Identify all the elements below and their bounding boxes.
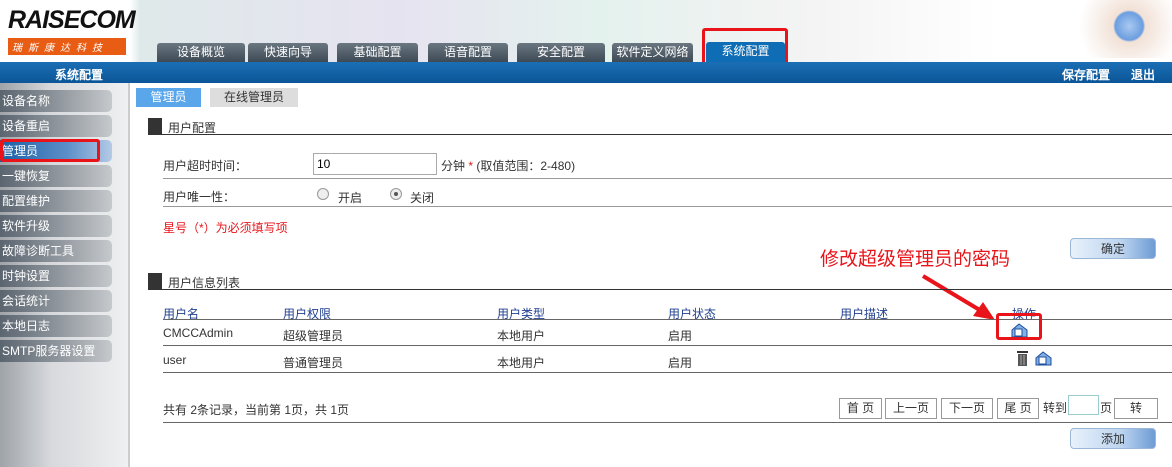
divider: [163, 422, 1172, 423]
cell-type: 本地用户: [497, 356, 546, 370]
prev-page-button[interactable]: 上一页: [885, 398, 937, 419]
sidebar-item-restore[interactable]: 一键恢复: [0, 165, 112, 187]
sidebar-item-diagnostics[interactable]: 故障诊断工具: [0, 240, 112, 262]
delete-trash-icon[interactable]: [1017, 350, 1028, 366]
bar-title: 系统配置: [55, 68, 104, 82]
highlight-box: [0, 139, 100, 162]
save-config-link[interactable]: 保存配置: [1062, 66, 1110, 83]
radio-on[interactable]: [317, 188, 329, 200]
sidebar-item-local-log[interactable]: 本地日志: [0, 315, 112, 337]
radio-on-label: 开启: [338, 191, 363, 205]
divider: [163, 178, 1172, 179]
cell-role: 超级管理员: [283, 329, 344, 343]
tab-quick-wizard[interactable]: 快速向导: [248, 43, 328, 62]
go-button[interactable]: 转: [1114, 398, 1158, 419]
section-title: 用户配置: [168, 121, 217, 135]
globe-image: [1065, 0, 1172, 58]
sidebar-item-upgrade[interactable]: 软件升级: [0, 215, 112, 237]
sidebar-item-reboot[interactable]: 设备重启: [0, 115, 112, 137]
cell-role: 普通管理员: [283, 356, 344, 370]
section-bar: 系统配置 保存配置 退出: [0, 62, 1172, 83]
sidebar-item-smtp[interactable]: SMTP服务器设置: [0, 340, 112, 362]
subtab-online-admin[interactable]: 在线管理员: [210, 88, 298, 107]
divider: [163, 345, 1172, 346]
cell-type: 本地用户: [497, 329, 546, 343]
subtab-admin[interactable]: 管理员: [136, 88, 201, 107]
page-unit: 页: [1100, 401, 1113, 415]
annotation-text: 修改超级管理员的密码: [820, 249, 1011, 270]
cell-status: 启用: [668, 356, 693, 370]
next-page-button[interactable]: 下一页: [941, 398, 993, 419]
raisecom-logo: RAISECOM 瑞斯康达科技: [8, 6, 136, 58]
timeout-input[interactable]: [313, 153, 437, 175]
edit-password-icon[interactable]: [1035, 350, 1052, 366]
add-button[interactable]: 添加: [1070, 428, 1156, 449]
timeout-unit: 分钟 * (取值范围：2-480): [441, 159, 576, 173]
section-title: 用户信息列表: [168, 276, 241, 290]
timeout-label: 用户超时时间：: [163, 159, 248, 173]
radio-off-label: 关闭: [410, 191, 435, 205]
sidebar-item-sessions[interactable]: 会话统计: [0, 290, 112, 312]
logo-subtitle: 瑞斯康达科技: [8, 38, 126, 55]
required-note: 星号（*）为必须填写项: [163, 221, 288, 235]
cell-username: user: [163, 353, 187, 367]
pagination-summary: 共有 2条记录，当前第 1页，共 1页: [163, 403, 350, 417]
last-page-button[interactable]: 尾 页: [997, 398, 1039, 419]
divider: [163, 372, 1172, 373]
cell-username: CMCCAdmin: [163, 326, 234, 340]
divider: [163, 206, 1172, 207]
sidebar-item-config-maintenance[interactable]: 配置维护: [0, 190, 112, 212]
radio-off[interactable]: [390, 188, 402, 200]
tab-sdn[interactable]: 软件定义网络: [612, 43, 693, 62]
page-input[interactable]: [1068, 395, 1099, 415]
cell-status: 启用: [668, 329, 693, 343]
sidebar-item-device-name[interactable]: 设备名称: [0, 90, 112, 112]
sidebar-item-clock[interactable]: 时钟设置: [0, 265, 112, 287]
goto-label: 转到: [1043, 401, 1068, 415]
user-list-header: 用户信息列表: [148, 273, 1172, 290]
tab-security-config[interactable]: 安全配置: [517, 43, 605, 62]
confirm-button[interactable]: 确定: [1070, 238, 1156, 259]
unique-label: 用户唯一性：: [163, 190, 236, 204]
user-config-header: 用户配置: [148, 118, 1172, 135]
logout-link[interactable]: 退出: [1131, 66, 1155, 83]
first-page-button[interactable]: 首 页: [839, 398, 882, 419]
tab-device-overview[interactable]: 设备概览: [157, 43, 245, 62]
highlight-box: [996, 313, 1042, 340]
tab-basic-config[interactable]: 基础配置: [337, 43, 418, 62]
logo-brand: RAISECOM: [8, 6, 136, 34]
tab-voice-config[interactable]: 语音配置: [428, 43, 508, 62]
